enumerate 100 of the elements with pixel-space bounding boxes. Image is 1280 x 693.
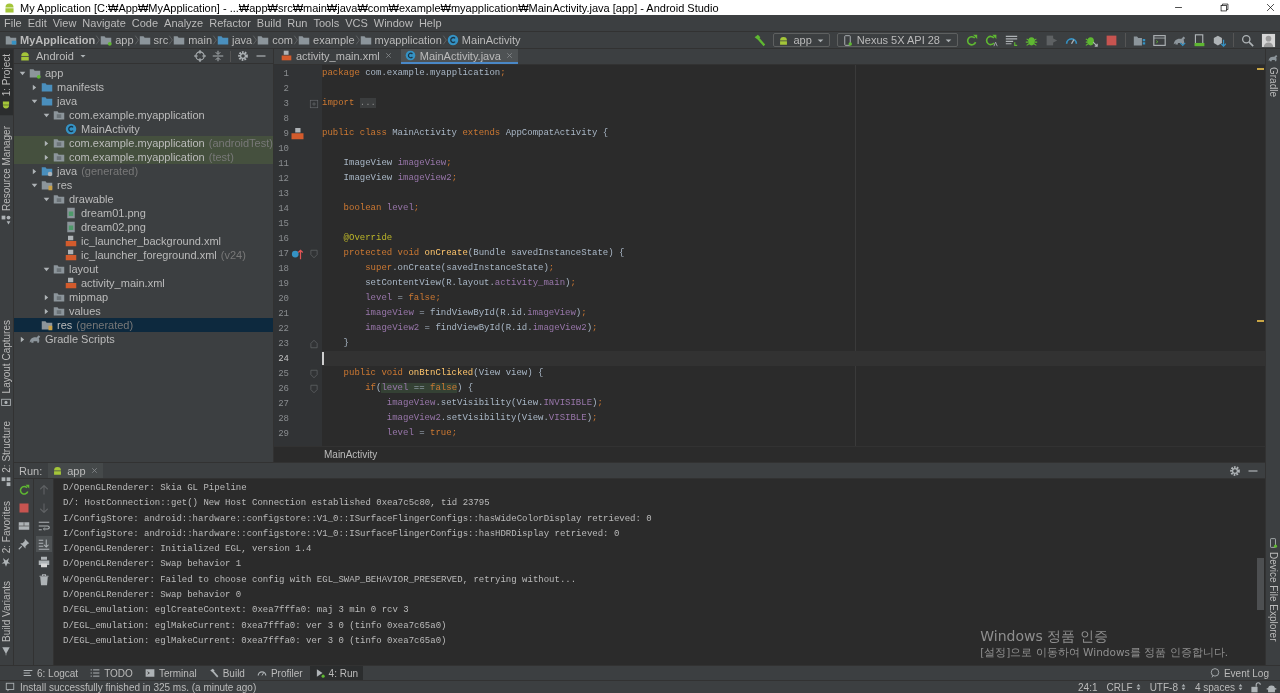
tree-item[interactable]: dream02.png [14, 220, 273, 234]
menu-item[interactable]: File [1, 17, 25, 29]
run-tab[interactable]: app [48, 463, 103, 478]
menu-item[interactable]: Code [128, 17, 162, 29]
menu-item[interactable]: Tools [310, 17, 343, 29]
rerun-icon[interactable] [965, 33, 978, 47]
menu-item[interactable]: Build [253, 17, 285, 29]
tree-item[interactable]: ic_launcher_background.xml [14, 234, 273, 248]
breadcrumb-item[interactable]: MainActivity [322, 449, 380, 460]
override-icon[interactable] [290, 247, 304, 260]
tree-item[interactable]: res [14, 178, 273, 192]
breadcrumb-item[interactable]: src [138, 34, 169, 46]
tree-item[interactable]: manifests [14, 80, 273, 94]
tool-window-tab[interactable]: 6: Logcat [18, 666, 84, 680]
breadcrumb-item[interactable]: app [100, 34, 134, 46]
close-icon[interactable] [1265, 2, 1276, 13]
triangle-right-icon[interactable] [42, 152, 51, 162]
breadcrumb-item[interactable]: com [257, 34, 293, 46]
menu-item[interactable]: Help [415, 17, 445, 29]
layout-icon[interactable] [17, 520, 30, 532]
menu-item[interactable]: Analyze [161, 17, 207, 29]
soft-wrap-icon[interactable] [37, 520, 50, 532]
rerun-icon[interactable] [17, 484, 30, 496]
event-log-button[interactable]: Event Log [1204, 666, 1274, 680]
tree-item[interactable]: Gradle Scripts [14, 332, 273, 346]
tree-item[interactable]: res (generated) [14, 318, 273, 332]
search-icon[interactable] [1241, 33, 1254, 47]
menu-item[interactable]: Run [284, 17, 311, 29]
triangle-right-icon[interactable] [42, 292, 51, 302]
tool-window-tab[interactable]: Terminal [139, 666, 202, 680]
trash-icon[interactable] [37, 574, 50, 586]
lock-icon[interactable] [1250, 681, 1261, 693]
breadcrumb-item[interactable]: myapplication [359, 34, 442, 46]
status-setting[interactable]: UTF-8 [1147, 681, 1188, 693]
tree-item[interactable]: activity_main.xml [14, 276, 273, 290]
breadcrumb-item[interactable]: java [217, 34, 253, 46]
list-icon[interactable] [1005, 33, 1018, 47]
scroll-to-end-icon[interactable] [37, 538, 50, 550]
status-setting[interactable]: 4 spaces [1192, 681, 1245, 693]
tool-window-tab[interactable]: 4: Run [309, 666, 364, 680]
folder-icon[interactable] [1133, 33, 1146, 47]
stop-icon[interactable] [17, 502, 30, 514]
side-tab[interactable]: Device File Explorer [1266, 537, 1280, 641]
user-icon[interactable] [1261, 32, 1276, 48]
message-icon[interactable] [5, 682, 15, 692]
triangle-right-icon[interactable] [42, 306, 51, 316]
tool-window-tab[interactable]: Build [203, 666, 250, 680]
menu-item[interactable]: Refactor [206, 17, 254, 29]
settings-icon[interactable] [237, 50, 249, 62]
triangle-right-icon[interactable] [30, 166, 39, 176]
triangle-right-icon[interactable] [18, 334, 27, 344]
download-icon[interactable] [1213, 33, 1226, 47]
side-tab[interactable]: 2: Favorites [0, 495, 13, 573]
side-tab[interactable]: Resource Manager [0, 121, 13, 231]
editor-tab[interactable]: activity_main.xml [277, 49, 397, 64]
side-tab[interactable]: 1: Project [0, 49, 13, 116]
phone-icon[interactable] [1193, 33, 1206, 47]
side-tab[interactable]: 2: Structure [0, 416, 13, 492]
locate-icon[interactable] [194, 50, 206, 62]
scrollbar-thumb[interactable] [1257, 558, 1264, 610]
cursor-position[interactable]: 24:1 [1076, 681, 1100, 693]
menu-item[interactable]: Navigate [79, 17, 129, 29]
hammer-icon[interactable] [753, 33, 767, 47]
editor-tab[interactable]: MainActivity.java [400, 49, 518, 64]
tree-item[interactable]: ic_launcher_foreground.xml (v24) [14, 248, 273, 262]
side-tab[interactable]: Layout Captures [0, 314, 13, 413]
menu-item[interactable]: Window [370, 17, 416, 29]
tree-item[interactable]: mipmap [14, 290, 273, 304]
breadcrumb-item[interactable]: MainActivity [446, 34, 521, 46]
pin-icon[interactable] [17, 538, 30, 550]
triangle-right-icon[interactable] [42, 138, 51, 148]
tree-item[interactable]: drawable [14, 192, 273, 206]
settings-icon[interactable] [1229, 464, 1241, 477]
tool-window-tab[interactable]: Profiler [251, 666, 308, 680]
tree-item[interactable]: app [14, 66, 273, 80]
tree-item[interactable]: values [14, 304, 273, 318]
maximize-icon[interactable] [1219, 2, 1230, 13]
print-icon[interactable] [37, 556, 50, 568]
side-tab[interactable]: Build Variants [0, 576, 13, 661]
tree-item[interactable]: java (generated) [14, 164, 273, 178]
window-icon[interactable] [1153, 33, 1166, 47]
stop-icon[interactable] [1105, 33, 1118, 47]
breadcrumb-item[interactable]: example [298, 34, 355, 46]
tree-item[interactable]: com.example.myapplication [14, 108, 273, 122]
tool-window-tab[interactable]: TODO [85, 666, 138, 680]
menu-item[interactable]: View [49, 17, 80, 29]
collapse-all-icon[interactable] [212, 50, 224, 62]
view-dropdown[interactable]: Android [19, 50, 87, 62]
triangle-right-icon[interactable] [30, 82, 39, 92]
tree-item[interactable]: layout [14, 262, 273, 276]
side-tab[interactable]: Gradle [1266, 53, 1280, 97]
menu-item[interactable]: VCS [342, 17, 371, 29]
run-config-dropdown[interactable]: app [773, 33, 830, 47]
tree-item[interactable]: com.example.myapplication (androidTest) [14, 136, 273, 150]
apply-changes-icon[interactable] [985, 33, 998, 47]
breadcrumb-item[interactable]: main [173, 34, 213, 46]
tree-item[interactable]: dream01.png [14, 206, 273, 220]
status-setting[interactable]: CRLF [1104, 681, 1143, 693]
breadcrumb-item[interactable]: MyApplication [5, 34, 96, 46]
menu-item[interactable]: Edit [24, 17, 50, 29]
